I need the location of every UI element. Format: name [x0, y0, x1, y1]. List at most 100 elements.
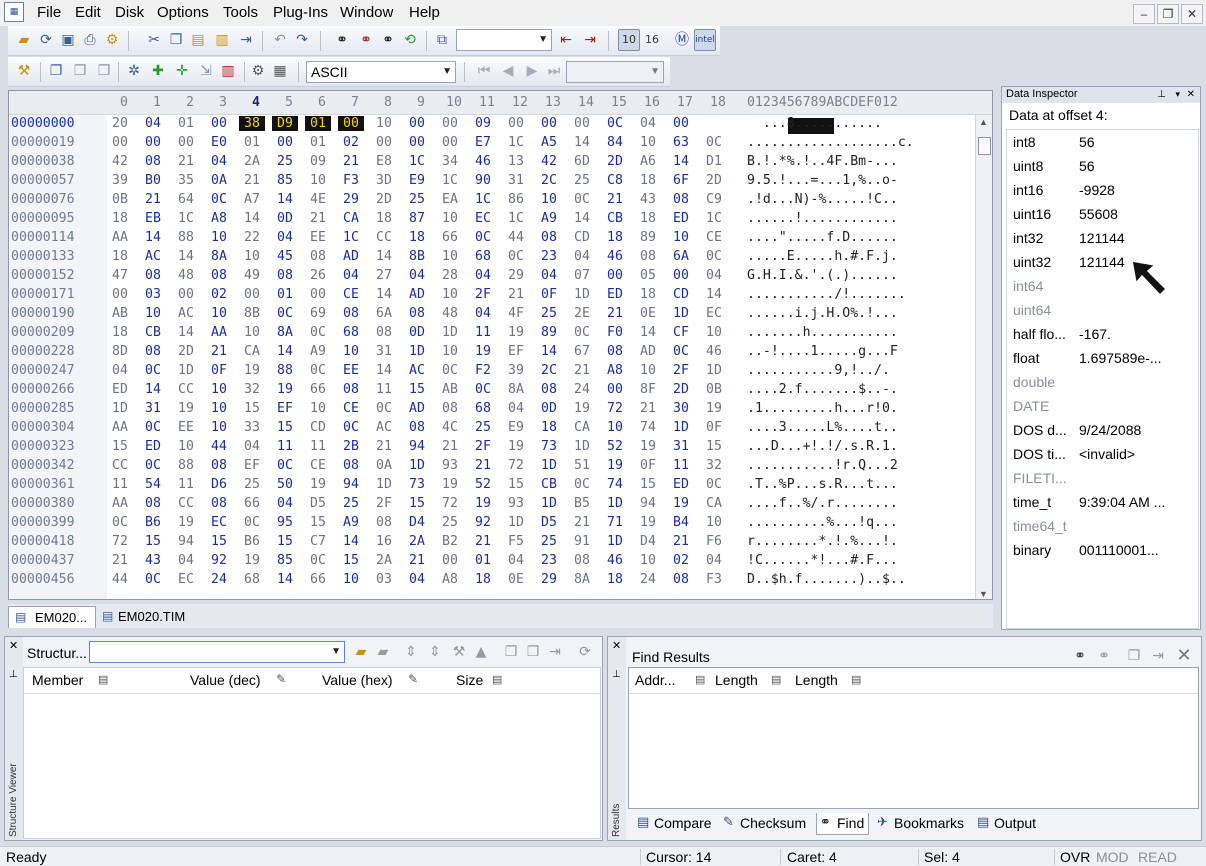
hex-byte[interactable]: 0D	[272, 211, 298, 226]
hex-byte[interactable]: 18	[371, 211, 397, 226]
hex-byte[interactable]: 21	[140, 192, 166, 207]
hex-byte[interactable]: 54	[140, 477, 166, 492]
hex-byte[interactable]: 02	[668, 553, 694, 568]
hex-byte[interactable]: 09	[470, 116, 496, 131]
hex-byte[interactable]: EF	[239, 458, 265, 473]
hex-byte[interactable]: 00	[371, 135, 397, 150]
hex-byte[interactable]: CD	[305, 420, 331, 435]
hex-byte[interactable]: 48	[173, 268, 199, 283]
export-icon[interactable]: ⇥	[545, 642, 565, 662]
ascii-text[interactable]: ...........!r.Q...2	[747, 458, 898, 473]
hex-byte[interactable]: 1D	[602, 496, 628, 511]
menu-options[interactable]: Options	[157, 4, 209, 21]
copy-icon[interactable]: ❐	[166, 30, 186, 50]
hex-byte[interactable]: CA	[338, 211, 364, 226]
first-record-icon[interactable]: ⏮	[474, 61, 494, 81]
sort-icon[interactable]: ▤	[851, 673, 861, 686]
hex-byte[interactable]: 00	[569, 116, 595, 131]
hex-byte[interactable]: 00	[668, 116, 694, 131]
hex-byte[interactable]: 04	[635, 116, 661, 131]
hex-byte[interactable]: D6	[206, 477, 232, 492]
menu-window[interactable]: Window	[340, 4, 393, 21]
copy-icon[interactable]: ❐	[501, 642, 521, 662]
hex-byte[interactable]: 19	[272, 382, 298, 397]
hex-byte[interactable]: D4	[404, 515, 430, 530]
hex-byte[interactable]: D5	[536, 515, 562, 530]
hex-byte[interactable]: 0C	[602, 116, 628, 131]
hex-byte[interactable]: 0C	[140, 458, 166, 473]
tab-bookmarks[interactable]: ✈ Bookmarks	[874, 813, 968, 835]
hex-byte[interactable]: E0	[206, 135, 232, 150]
hex-byte[interactable]: EC	[701, 306, 727, 321]
hex-byte[interactable]: 18	[107, 249, 133, 264]
menu-tools[interactable]: Tools	[223, 4, 258, 21]
hex-row[interactable]: 00000000 20 04 01 00 38 D9 01 00 10 00 00 09 00 00 00 0C…	[9, 116, 969, 135]
app-icon[interactable]: ▦	[4, 2, 24, 22]
paste-icon[interactable]: ▤	[188, 30, 208, 50]
hex-byte[interactable]: 47	[107, 268, 133, 283]
hex-byte[interactable]: 48	[437, 306, 463, 321]
hex-view-icon[interactable]: 10	[618, 29, 640, 51]
hex-byte[interactable]: 72	[437, 496, 463, 511]
hex-byte[interactable]: 10	[437, 344, 463, 359]
hex-byte[interactable]: 10	[437, 211, 463, 226]
hex-byte[interactable]: 2D	[371, 192, 397, 207]
hex-byte[interactable]: 42	[536, 154, 562, 169]
hex-byte[interactable]: 50	[272, 477, 298, 492]
hex-byte[interactable]: 14	[272, 572, 298, 587]
hex-byte[interactable]: 00	[503, 116, 529, 131]
hex-byte[interactable]: CA	[701, 496, 727, 511]
hex-byte[interactable]: 14	[569, 211, 595, 226]
status-ovr[interactable]: OVR	[1060, 849, 1090, 865]
hex-byte[interactable]: 19	[470, 344, 496, 359]
hex-byte[interactable]: 08	[536, 382, 562, 397]
refresh-icon[interactable]: ⟳	[575, 642, 595, 662]
sort-icon[interactable]: ▤	[98, 673, 108, 686]
hex-row[interactable]: 00000133 18 AC 14 8A 10 45 08 AD 14 8B 10 68 0C 23 04 46…	[9, 249, 969, 268]
hex-byte[interactable]: F5	[503, 534, 529, 549]
export-icon[interactable]: ⇥	[236, 30, 256, 50]
hex-byte[interactable]: 43	[635, 192, 661, 207]
hex-byte[interactable]: 4E	[305, 192, 331, 207]
dropdown-icon[interactable]: ▾	[1175, 87, 1180, 102]
col-value-dec[interactable]: Value (dec)	[190, 672, 261, 688]
hex-byte[interactable]: 14	[569, 135, 595, 150]
ascii-text[interactable]: ....3.....L%....t..	[747, 420, 898, 435]
hex-byte[interactable]: E9	[503, 420, 529, 435]
hex-byte[interactable]: 02	[338, 135, 364, 150]
hex-byte[interactable]: 73	[536, 439, 562, 454]
hex-byte[interactable]: 8A	[503, 382, 529, 397]
hex-byte[interactable]: CB	[602, 211, 628, 226]
ascii-text[interactable]: ....2.f.......$..-.	[747, 382, 898, 397]
hex-byte[interactable]: 14	[140, 230, 166, 245]
sort-icon[interactable]: ▤	[695, 673, 705, 686]
hex-byte[interactable]: E7	[470, 135, 496, 150]
hex-byte[interactable]: 69	[305, 306, 331, 321]
hex-byte[interactable]: 00	[338, 116, 364, 131]
tab-compare[interactable]: ▤ Compare	[634, 813, 716, 835]
hex-byte[interactable]: 1D	[503, 515, 529, 530]
hex-byte[interactable]: 71	[602, 515, 628, 530]
paste-special-icon[interactable]: ❐	[94, 61, 114, 81]
hex-byte[interactable]: 14	[173, 249, 199, 264]
close-icon[interactable]: ✕	[1187, 87, 1195, 102]
hex-row[interactable]: 00000323 15 ED 10 44 04 11 11 2B 21 94 21 2F 19 73 1D 52…	[9, 439, 969, 458]
ascii-text[interactable]: ...D...+!.!/.s.R.1.	[747, 439, 898, 454]
hex-byte[interactable]: 10	[239, 325, 265, 340]
hex-byte[interactable]: 42	[107, 154, 133, 169]
hex-byte[interactable]: 08	[536, 230, 562, 245]
hex-byte[interactable]: B2	[437, 534, 463, 549]
hex-byte[interactable]: 03	[371, 572, 397, 587]
hex-byte[interactable]: 0C	[140, 420, 166, 435]
hex-byte[interactable]: CA	[569, 420, 595, 435]
hex-byte[interactable]: 14	[239, 211, 265, 226]
hex-byte[interactable]: 1D	[668, 420, 694, 435]
hex-byte[interactable]: 35	[173, 173, 199, 188]
hex-byte[interactable]: 15	[404, 496, 430, 511]
hex-byte[interactable]: 21	[668, 534, 694, 549]
hex-byte[interactable]: 34	[437, 154, 463, 169]
hex-byte[interactable]: 6F	[668, 173, 694, 188]
hex-byte[interactable]: 21	[503, 287, 529, 302]
hex-byte[interactable]: 15	[701, 439, 727, 454]
hex-byte[interactable]: 51	[569, 458, 595, 473]
